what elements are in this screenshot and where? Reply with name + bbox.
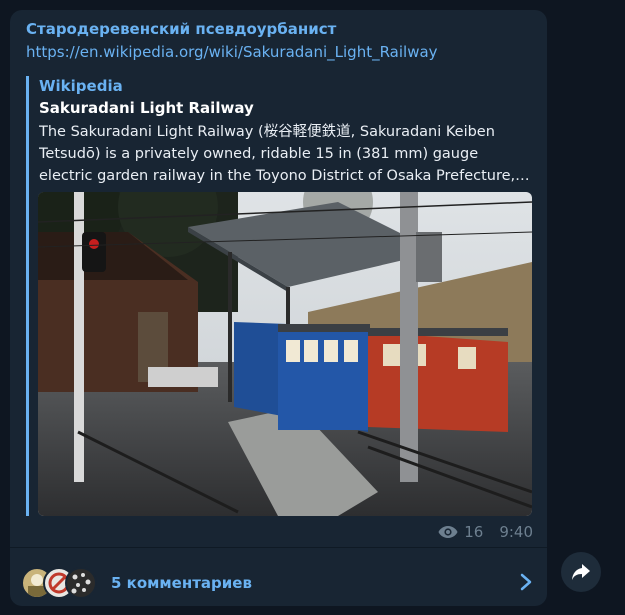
railway-photo-illustration bbox=[38, 192, 532, 516]
comments-count-label: 5 комментариев bbox=[111, 574, 252, 592]
avatar bbox=[65, 567, 97, 599]
preview-description: The Sakuradani Light Railway (桜谷軽便鉄道, Sa… bbox=[39, 124, 516, 184]
share-arrow-icon bbox=[572, 564, 590, 580]
channel-post-bubble: Стародеревенский псевдоурбанист https://… bbox=[10, 10, 547, 606]
post-meta: 16 9:40 bbox=[438, 523, 533, 541]
commenter-avatars bbox=[21, 567, 101, 599]
comments-button[interactable]: 5 комментариев bbox=[10, 547, 547, 606]
channel-name[interactable]: Стародеревенский псевдоурбанист bbox=[26, 20, 336, 38]
chevron-right-icon bbox=[520, 573, 532, 591]
preview-photo[interactable] bbox=[38, 192, 532, 516]
post-link[interactable]: https://en.wikipedia.org/wiki/Sakuradani… bbox=[26, 43, 438, 61]
preview-title: Sakuradani Light Railway bbox=[39, 99, 254, 117]
share-button[interactable] bbox=[561, 552, 601, 592]
post-time: 9:40 bbox=[499, 523, 533, 541]
eye-icon bbox=[438, 526, 458, 538]
link-preview[interactable]: Wikipedia Sakuradani Light Railway The S… bbox=[26, 76, 535, 516]
views-count: 16 bbox=[464, 523, 484, 541]
preview-site-name: Wikipedia bbox=[39, 77, 123, 95]
